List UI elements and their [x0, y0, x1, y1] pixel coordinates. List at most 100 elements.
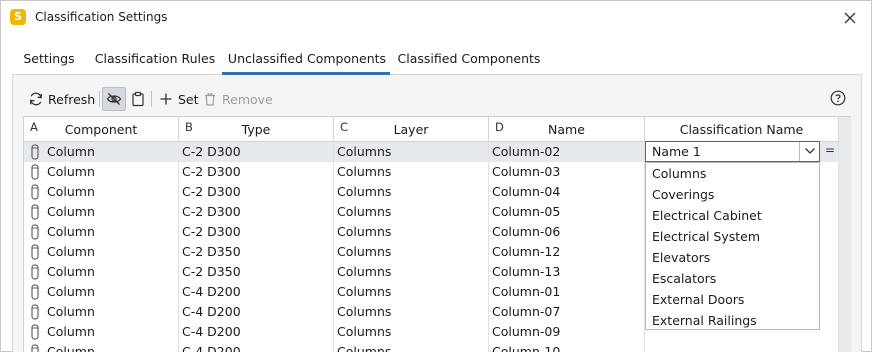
- cell-layer[interactable]: Columns: [334, 182, 489, 202]
- cell-name[interactable]: Column-06: [489, 222, 645, 242]
- cell-layer[interactable]: Columns: [334, 162, 489, 182]
- column-header-layer[interactable]: C Layer: [334, 117, 489, 142]
- column-header-name[interactable]: D Name: [489, 117, 645, 142]
- hide-classified-toggle[interactable]: [102, 87, 126, 111]
- help-button[interactable]: [830, 90, 846, 106]
- cell-type[interactable]: C-2 D350: [179, 262, 334, 282]
- cell-component[interactable]: Column: [24, 342, 179, 352]
- dropdown-option[interactable]: External Doors: [646, 289, 819, 310]
- dropdown-option[interactable]: Coverings: [646, 184, 819, 205]
- tab-bar: Settings Classification Rules Unclassifi…: [2, 45, 862, 75]
- toolbar-separator: [99, 91, 100, 107]
- cell-classification-name[interactable]: [645, 342, 839, 352]
- tab-classification-rules[interactable]: Classification Rules: [90, 51, 220, 75]
- classification-dropdown-list: Columns Coverings Electrical Cabinet Ele…: [645, 162, 820, 330]
- cell-name[interactable]: Column-05: [489, 202, 645, 222]
- tab-settings[interactable]: Settings: [13, 51, 85, 75]
- eye-off-icon: [106, 93, 122, 105]
- cell-type[interactable]: C-2 D300: [179, 182, 334, 202]
- cell-component[interactable]: Column: [24, 242, 179, 262]
- dropdown-option[interactable]: Elevators: [646, 247, 819, 268]
- cell-type[interactable]: C-4 D200: [179, 322, 334, 342]
- cell-component[interactable]: Column: [24, 162, 179, 182]
- cell-type[interactable]: C-2 D300: [179, 142, 334, 162]
- column-element-icon: [31, 324, 39, 340]
- cell-name[interactable]: Column-07: [489, 302, 645, 322]
- cell-name[interactable]: Column-09: [489, 322, 645, 342]
- cell-component[interactable]: Column: [24, 322, 179, 342]
- cell-layer[interactable]: Columns: [334, 342, 489, 352]
- classification-name-combobox[interactable]: Name 1: [645, 141, 820, 162]
- vertical-scrollbar[interactable]: [839, 117, 851, 352]
- cell-component[interactable]: Column: [24, 262, 179, 282]
- refresh-button[interactable]: Refresh: [28, 87, 95, 111]
- cell-layer[interactable]: Columns: [334, 282, 489, 302]
- cell-layer[interactable]: Columns: [334, 142, 489, 162]
- cell-layer[interactable]: Columns: [334, 202, 489, 222]
- cell-component[interactable]: Column: [24, 302, 179, 322]
- column-element-icon: [31, 264, 39, 280]
- cell-layer[interactable]: Columns: [334, 302, 489, 322]
- column-element-icon: [31, 284, 39, 300]
- cell-type[interactable]: C-4 D200: [179, 302, 334, 322]
- cell-layer[interactable]: Columns: [334, 262, 489, 282]
- cell-layer[interactable]: Columns: [334, 322, 489, 342]
- cell-type[interactable]: C-4 D200: [179, 282, 334, 302]
- cell-component[interactable]: Column: [24, 202, 179, 222]
- help-icon: [830, 90, 846, 106]
- column-header-component[interactable]: A Component: [24, 117, 179, 142]
- cell-name[interactable]: Column-03: [489, 162, 645, 182]
- dropdown-option[interactable]: Escalators: [646, 268, 819, 289]
- remove-button[interactable]: Remove: [203, 87, 273, 111]
- clipboard-button[interactable]: [126, 87, 150, 111]
- close-button[interactable]: [839, 7, 861, 29]
- cell-layer[interactable]: Columns: [334, 242, 489, 262]
- set-button[interactable]: Set: [159, 87, 199, 111]
- dialog-window: S Classification Settings Settings Class…: [0, 0, 872, 352]
- cell-layer[interactable]: Columns: [334, 222, 489, 242]
- cell-type[interactable]: C-2 D350: [179, 242, 334, 262]
- dropdown-option[interactable]: Columns: [646, 163, 819, 184]
- plus-icon: [160, 93, 172, 105]
- column-title: Component: [64, 122, 138, 137]
- cell-component[interactable]: Column: [24, 222, 179, 242]
- column-element-icon: [31, 304, 39, 320]
- cell-name[interactable]: Column-13: [489, 262, 645, 282]
- cell-name[interactable]: Column-04: [489, 182, 645, 202]
- app-logo-icon: S: [10, 9, 26, 25]
- cell-text: Column: [47, 144, 95, 159]
- table-row[interactable]: Column C-4 D200 Columns Column-10: [24, 342, 839, 352]
- chevron-down-icon: [805, 148, 815, 154]
- cell-text: Column: [47, 324, 95, 339]
- dropdown-option[interactable]: Electrical System: [646, 226, 819, 247]
- cell-text: Column: [47, 204, 95, 219]
- cell-component[interactable]: Column: [24, 282, 179, 302]
- cell-text: Column: [47, 184, 95, 199]
- cell-text: Column: [47, 264, 95, 279]
- close-icon: [844, 12, 856, 24]
- tab-classified-components[interactable]: Classified Components: [393, 51, 545, 75]
- cell-name[interactable]: Column-01: [489, 282, 645, 302]
- cell-type[interactable]: C-2 D300: [179, 222, 334, 242]
- cell-component[interactable]: Column: [24, 182, 179, 202]
- cell-type[interactable]: C-2 D300: [179, 162, 334, 182]
- column-element-icon: [31, 164, 39, 180]
- column-element-icon: [31, 144, 39, 160]
- set-label: Set: [178, 91, 199, 107]
- title-bar: S Classification Settings: [1, 1, 871, 35]
- cell-type[interactable]: C-2 D300: [179, 202, 334, 222]
- cell-name[interactable]: Column-02: [489, 142, 645, 162]
- combobox-dropdown-button[interactable]: [799, 142, 819, 161]
- cell-type[interactable]: C-4 D200: [179, 342, 334, 352]
- column-header-classification-name[interactable]: Classification Name: [645, 117, 839, 142]
- cell-component[interactable]: Column: [24, 142, 179, 162]
- cell-text: Column: [47, 164, 95, 179]
- dropdown-option[interactable]: Electrical Cabinet: [646, 205, 819, 226]
- column-header-type[interactable]: B Type: [179, 117, 334, 142]
- cell-name[interactable]: Column-12: [489, 242, 645, 262]
- cell-text: Column: [47, 244, 95, 259]
- dropdown-option[interactable]: External Railings: [646, 310, 819, 331]
- cell-text: Column: [47, 304, 95, 319]
- column-element-icon: [31, 184, 39, 200]
- cell-name[interactable]: Column-10: [489, 342, 645, 352]
